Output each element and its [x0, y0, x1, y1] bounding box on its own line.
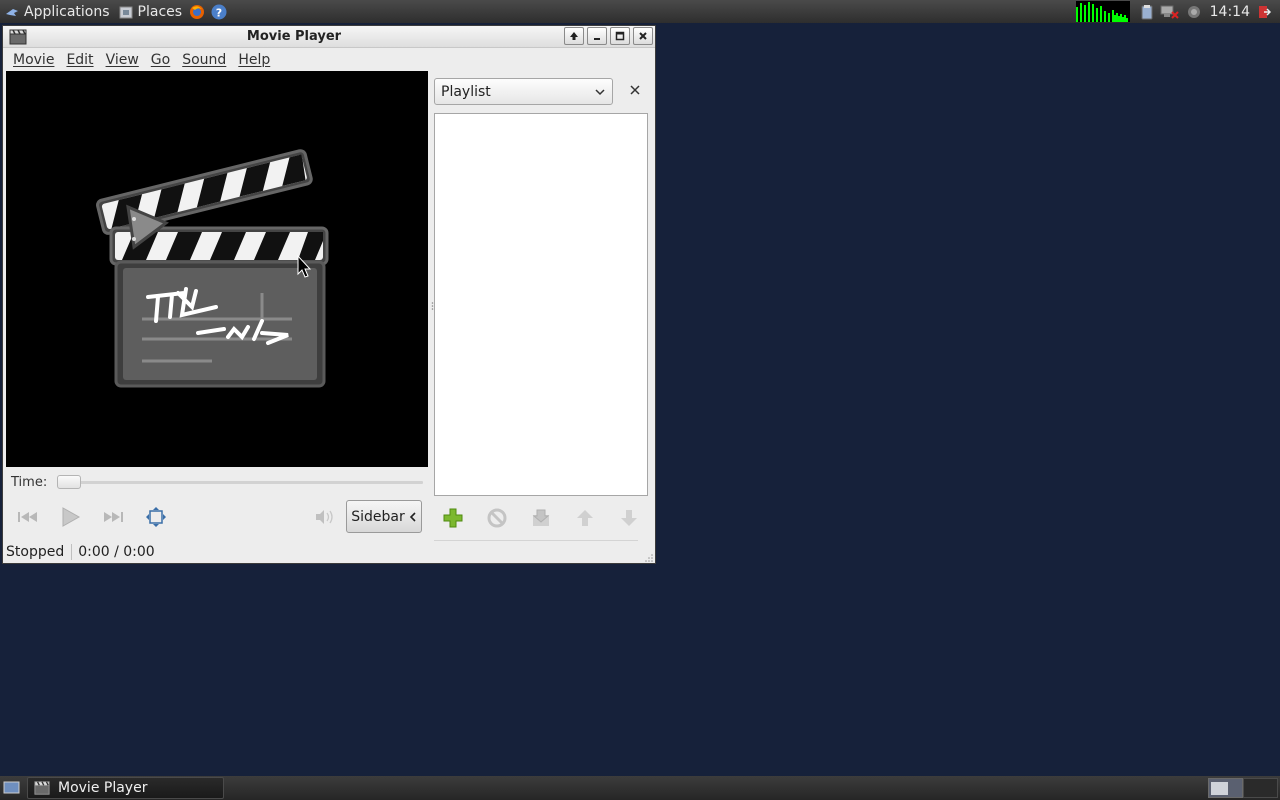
remove-from-playlist-button[interactable]	[484, 505, 510, 531]
applications-menu[interactable]: Applications	[0, 0, 114, 23]
playback-status: Stopped	[3, 544, 73, 560]
time-label: Time:	[11, 474, 48, 490]
top-panel: Applications Places ? 14:14	[0, 0, 1280, 23]
maximize-button[interactable]	[610, 27, 630, 45]
menu-view[interactable]: View	[100, 52, 145, 68]
playback-controls: Sidebar	[11, 500, 423, 534]
seek-slider-thumb[interactable]	[57, 475, 81, 489]
taskbar-item-movie-player[interactable]: Movie Player	[27, 777, 224, 799]
menu-edit[interactable]: Edit	[60, 52, 99, 68]
fullscreen-icon	[146, 507, 166, 527]
cpu-monitor-graph[interactable]	[1075, 1, 1130, 22]
clapperboard-logo	[96, 149, 329, 388]
show-desktop-icon[interactable]	[3, 780, 21, 796]
resize-grip[interactable]	[644, 553, 654, 563]
volume-muted-icon	[316, 510, 333, 524]
add-to-playlist-button[interactable]	[440, 505, 466, 531]
move-down-button[interactable]	[616, 505, 642, 531]
applications-label: Applications	[24, 3, 110, 20]
clipboard-icon[interactable]	[1140, 4, 1154, 20]
menu-go[interactable]: Go	[145, 52, 176, 68]
close-icon	[639, 32, 647, 40]
volume-icon[interactable]	[1186, 4, 1202, 20]
sidebar-panel-label: Playlist	[441, 83, 491, 100]
workspace-2[interactable]	[1243, 778, 1278, 798]
playlist-toolbar	[434, 503, 648, 533]
sidebar-panel-select[interactable]: Playlist	[434, 78, 613, 105]
seek-bar[interactable]	[59, 481, 423, 484]
play-button[interactable]	[57, 504, 83, 530]
minimize-button[interactable]	[587, 27, 607, 45]
firefox-launcher[interactable]	[186, 0, 208, 23]
volume-button[interactable]	[311, 504, 337, 530]
window-title: Movie Player	[246, 29, 342, 44]
help-icon: ?	[211, 4, 227, 19]
window-titlebar[interactable]: Movie Player	[3, 26, 655, 48]
arrow-down-icon	[621, 510, 637, 526]
close-button[interactable]	[633, 27, 653, 45]
taskbar-item-label: Movie Player	[58, 780, 148, 796]
chevron-down-icon	[595, 89, 605, 96]
playlist-list[interactable]	[434, 113, 648, 496]
menu-sound[interactable]: Sound	[176, 52, 232, 68]
menu-help[interactable]: Help	[232, 52, 276, 68]
logout-icon[interactable]	[1256, 4, 1272, 20]
clapperboard-icon	[34, 781, 50, 795]
remove-icon	[487, 508, 507, 528]
skip-next-icon	[104, 512, 123, 522]
play-icon	[62, 507, 81, 527]
clock[interactable]: 14:14	[1210, 4, 1250, 20]
arrow-up-icon	[570, 32, 578, 40]
places-icon	[119, 6, 133, 18]
sidebar-close-button[interactable]	[627, 83, 643, 99]
sidebar-toggle-button[interactable]: Sidebar	[346, 500, 422, 533]
maximize-icon	[615, 31, 625, 41]
menu-movie[interactable]: Movie	[7, 52, 60, 68]
save-playlist-button[interactable]	[528, 505, 554, 531]
move-up-button[interactable]	[572, 505, 598, 531]
bottom-panel: Movie Player	[0, 776, 1280, 800]
places-menu[interactable]: Places	[114, 0, 187, 23]
seek-row: Time:	[11, 474, 423, 490]
applications-icon	[6, 8, 18, 16]
network-disconnected-icon[interactable]	[1160, 4, 1180, 20]
playback-time: 0:00 / 0:00	[78, 544, 155, 560]
previous-button[interactable]	[15, 504, 41, 530]
fullscreen-button[interactable]	[143, 504, 169, 530]
workspace-1[interactable]	[1208, 778, 1243, 798]
places-label: Places	[137, 3, 183, 20]
arrow-up-icon	[577, 510, 593, 526]
movie-player-window: Movie Player Movie Edit View Go Sound He…	[2, 25, 656, 564]
skip-previous-icon	[18, 512, 37, 522]
statusbar: Stopped 0:00 / 0:00	[3, 540, 655, 564]
svg-text:?: ?	[216, 6, 222, 19]
shade-button[interactable]	[564, 27, 584, 45]
workspace-switcher[interactable]	[1208, 778, 1278, 798]
video-area[interactable]	[6, 71, 428, 467]
chevron-left-icon	[409, 511, 416, 522]
help-launcher[interactable]: ?	[208, 0, 230, 23]
add-icon	[443, 508, 463, 528]
close-icon	[630, 85, 640, 95]
save-icon	[532, 509, 550, 526]
sidebar-button-label: Sidebar	[351, 508, 405, 525]
menubar: Movie Edit View Go Sound Help	[3, 48, 655, 72]
system-tray: 14:14	[1075, 0, 1280, 23]
minimize-icon	[594, 38, 600, 40]
firefox-icon	[190, 4, 205, 19]
next-button[interactable]	[100, 504, 126, 530]
